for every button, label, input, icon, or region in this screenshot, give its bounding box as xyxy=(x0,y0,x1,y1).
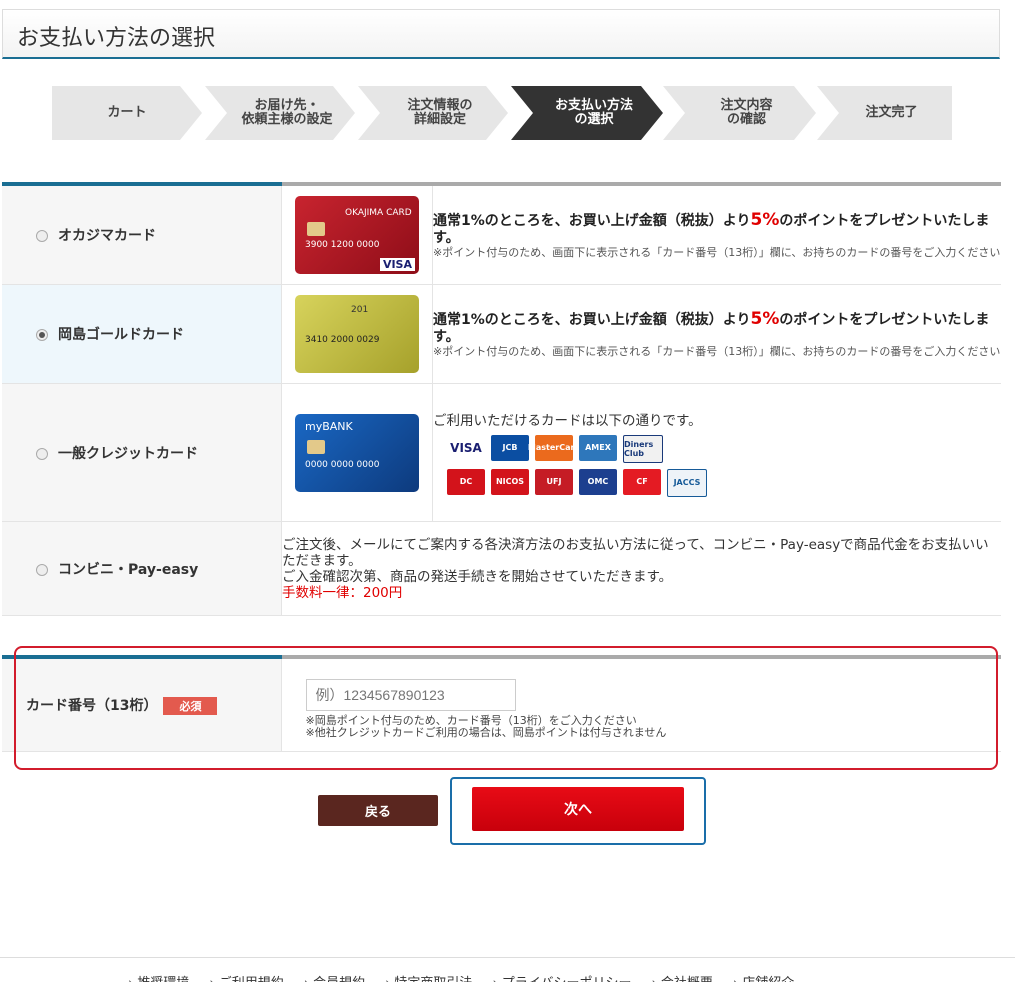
payment-description: 通常1%のところを、お買い上げ金額（税抜）より5%のポイントをプレゼントいたしま… xyxy=(432,284,1001,384)
diners-logo: Diners Club xyxy=(623,434,663,463)
footer: 推奨環境 ご利用規約 会員規約 特定商取引法 プライバシーポリシー 会社概要 店… xyxy=(0,957,1015,982)
card-image-cell: 201 3410 2000 0029 xyxy=(281,284,433,384)
payment-row-credit-card[interactable]: 一般クレジットカード myBANK 0000 0000 0000 ご利用いただけ… xyxy=(2,383,1001,522)
jaccs-logo: JACCS xyxy=(667,468,707,497)
radio-convenience[interactable] xyxy=(36,563,48,576)
payment-description: ご利用いただけるカードは以下の通りです。 VISA JCB MasterCard… xyxy=(432,383,1001,522)
radio-gold-card[interactable] xyxy=(36,329,48,341)
cf-logo: CF xyxy=(623,468,661,495)
card-brands-row-1: VISA JCB MasterCard AMEX Diners Club xyxy=(447,434,1001,463)
next-button[interactable]: 次へ xyxy=(472,787,684,831)
okajima-card-image: OKAJIMA CARD 3900 1200 0000 VISA xyxy=(295,196,419,274)
dc-logo: DC xyxy=(447,468,485,495)
ufj-logo: UFJ xyxy=(535,468,573,495)
radio-okajima-card[interactable] xyxy=(36,230,48,242)
page-header: お支払い方法の選択 xyxy=(2,9,1000,59)
omc-logo: OMC xyxy=(579,468,617,495)
card-image-cell: myBANK 0000 0000 0000 xyxy=(281,383,433,522)
amex-logo: AMEX xyxy=(579,434,617,461)
step-payment: お支払い方法 の選択 xyxy=(511,86,663,140)
step-cart: カート xyxy=(52,86,202,140)
jcb-logo: JCB xyxy=(491,434,529,461)
page-title: お支払い方法の選択 xyxy=(17,26,216,51)
payment-option-label[interactable]: 一般クレジットカード xyxy=(2,383,282,522)
mastercard-logo: MasterCard xyxy=(528,434,580,461)
payment-row-gold-card[interactable]: 岡島ゴールドカード 201 3410 2000 0029 通常1%のところを、お… xyxy=(2,284,1001,384)
credit-card-image: myBANK 0000 0000 0000 xyxy=(295,413,419,492)
step-delivery: お届け先・ 依頼主様の設定 xyxy=(205,86,355,140)
card-image-cell: OKAJIMA CARD 3900 1200 0000 VISA xyxy=(281,182,433,285)
card-brands-row-2: DC NICOS UFJ OMC CF JACCS xyxy=(447,468,1001,497)
gold-card-image: 201 3410 2000 0029 xyxy=(295,295,419,373)
payment-option-label[interactable]: 岡島ゴールドカード xyxy=(2,284,282,384)
payment-option-label[interactable]: コンビニ・Pay-easy xyxy=(2,521,282,616)
visa-logo: VISA xyxy=(447,434,485,461)
step-order-details: 注文情報の 詳細設定 xyxy=(358,86,508,140)
nicos-logo: NICOS xyxy=(491,468,529,495)
payment-row-convenience[interactable]: コンビニ・Pay-easy ご注文後、メールにてご案内する各決済方法のお支払い方… xyxy=(2,521,1001,616)
card-number-highlight-frame xyxy=(14,646,998,770)
step-confirm: 注文内容 の確認 xyxy=(663,86,816,140)
back-button[interactable]: 戻る xyxy=(318,795,438,826)
payment-row-okajima-card[interactable]: オカジマカード OKAJIMA CARD 3900 1200 0000 VISA… xyxy=(2,182,1001,285)
payment-methods-table: オカジマカード OKAJIMA CARD 3900 1200 0000 VISA… xyxy=(2,182,1001,616)
payment-option-label[interactable]: オカジマカード xyxy=(2,182,282,285)
checkout-steps: カート お届け先・ 依頼主様の設定 注文情報の 詳細設定 お支払い方法 の選択 … xyxy=(52,86,952,140)
radio-credit-card[interactable] xyxy=(36,447,48,460)
step-complete: 注文完了 xyxy=(817,86,952,140)
payment-description: 通常1%のところを、お買い上げ金額（税抜）より5%のポイントをプレゼントいたしま… xyxy=(432,182,1001,285)
fee-text: 手数料一律：200円 xyxy=(282,584,403,601)
payment-description: ご注文後、メールにてご案内する各決済方法のお支払い方法に従って、コンビニ・Pay… xyxy=(281,521,1001,616)
